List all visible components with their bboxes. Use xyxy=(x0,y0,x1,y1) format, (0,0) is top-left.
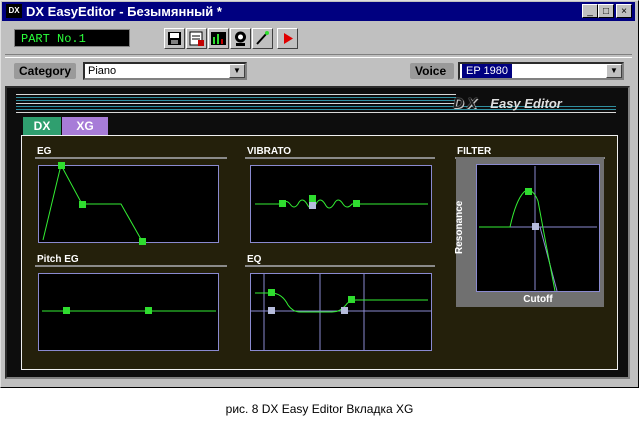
eg-release-handle[interactable] xyxy=(139,238,146,245)
graph-curves-layer xyxy=(42,162,597,350)
eg-attack-handle[interactable] xyxy=(58,162,65,169)
pitch-eg-handle-1[interactable] xyxy=(63,307,70,314)
eg-decay-handle[interactable] xyxy=(79,201,86,208)
figure-caption: рис. 8 DX Easy Editor Вкладка XG xyxy=(225,402,414,416)
vibrato-delay-handle[interactable] xyxy=(279,200,286,207)
eq-high-gain-handle[interactable] xyxy=(348,296,355,303)
eg-envelope-curve xyxy=(42,163,143,242)
vibrato-end-handle[interactable] xyxy=(353,200,360,207)
vibrato-rate-handle[interactable] xyxy=(309,202,316,209)
pitch-eg-handle-2[interactable] xyxy=(145,307,152,314)
eq-high-freq-handle[interactable] xyxy=(341,307,348,314)
filter-cutoff-handle[interactable] xyxy=(532,223,539,230)
eq-low-gain-handle[interactable] xyxy=(268,289,275,296)
eq-low-freq-handle[interactable] xyxy=(268,307,275,314)
vibrato-depth-handle[interactable] xyxy=(309,195,316,202)
filter-resonance-handle[interactable] xyxy=(525,188,532,195)
